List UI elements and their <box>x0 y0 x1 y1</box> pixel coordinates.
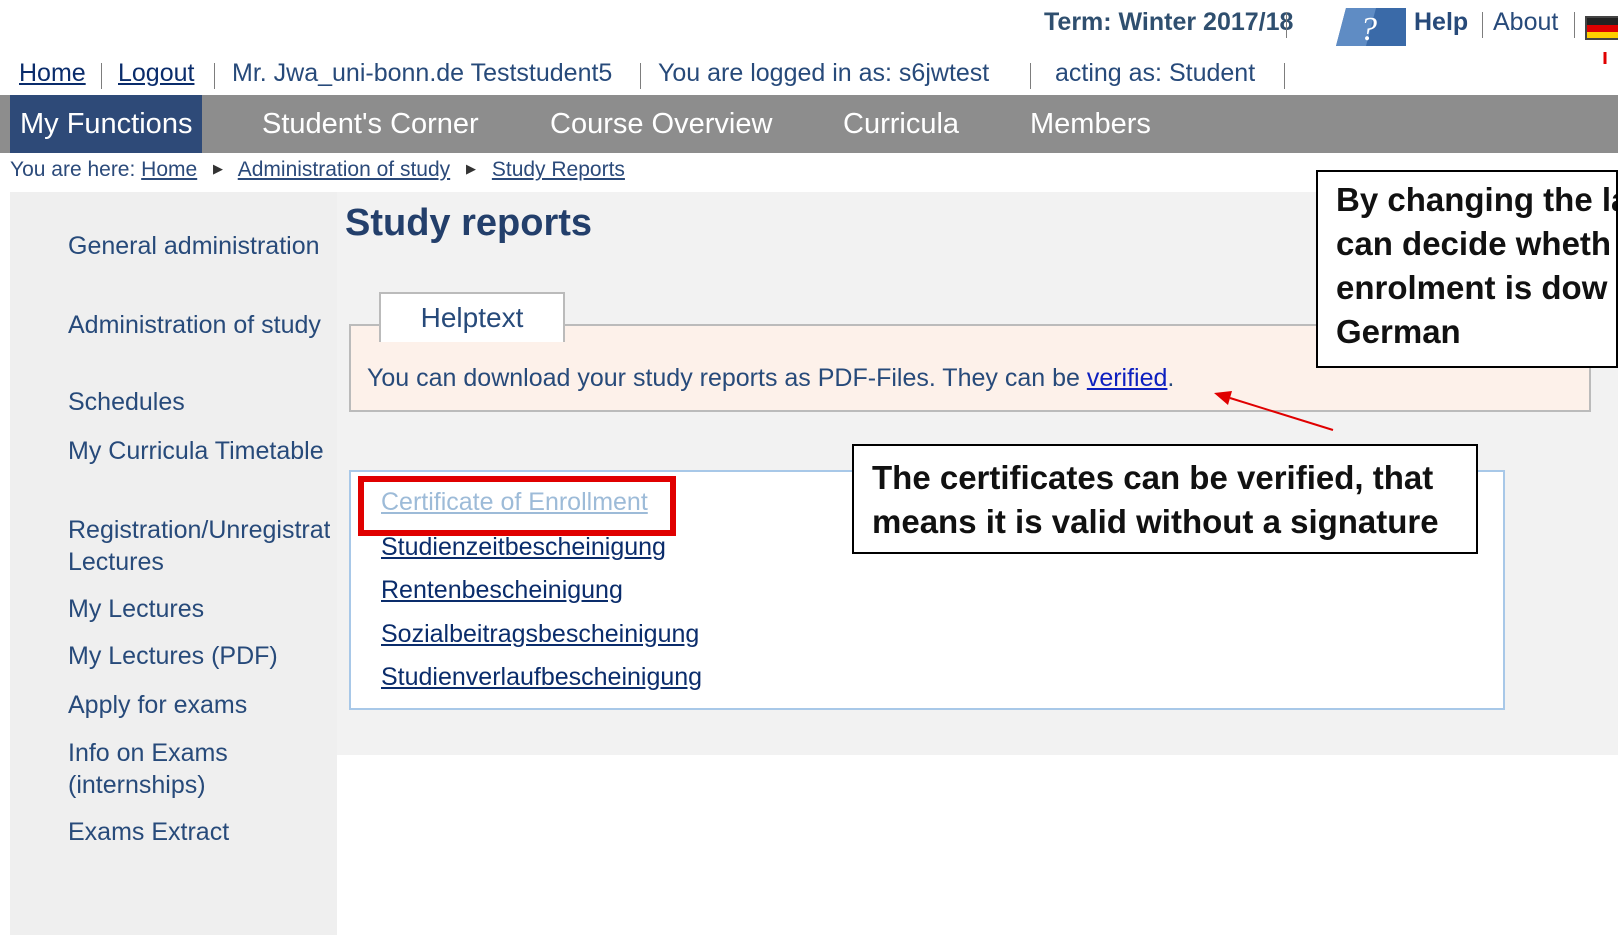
about-link[interactable]: About <box>1493 8 1558 37</box>
home-link[interactable]: Home <box>19 59 86 88</box>
tab-course-overview[interactable]: Course Overview <box>550 95 772 153</box>
sidebar-item-info-on-exams[interactable]: Info on Exams (internships) <box>68 737 330 801</box>
separator <box>1030 63 1031 89</box>
breadcrumb: You are here: Home ▶ Administration of s… <box>10 158 625 182</box>
tab-my-functions[interactable]: My Functions <box>10 95 203 153</box>
svg-text:?: ? <box>1360 11 1377 46</box>
page-title: Study reports <box>345 202 593 244</box>
verified-link[interactable]: verified <box>1087 364 1168 392</box>
callout-verified-certificates: The certificates can be verified, that m… <box>852 444 1478 554</box>
studienzeitbescheinigung-link[interactable]: Studienzeitbescheinigung <box>381 533 666 562</box>
separator <box>101 63 102 89</box>
sozialbeitragsbescheinigung-link[interactable]: Sozialbeitragsbescheinigung <box>381 620 699 649</box>
sidebar-item-my-lectures[interactable]: My Lectures <box>68 593 330 625</box>
separator <box>1574 12 1575 38</box>
sidebar-item-my-lectures-pdf[interactable]: My Lectures (PDF) <box>68 640 330 672</box>
sidebar: General administration Administration of… <box>10 192 337 935</box>
chevron-right-icon: ▶ <box>466 161 477 176</box>
helptext-tab[interactable]: Helptext <box>379 292 565 342</box>
breadcrumb-home[interactable]: Home <box>141 158 197 181</box>
logout-link[interactable]: Logout <box>118 59 194 88</box>
sidebar-item-exams-extract[interactable]: Exams Extract <box>68 816 330 848</box>
sidebar-item-registration[interactable]: Registration/Unregistration of Lectures <box>68 514 330 578</box>
german-flag-icon[interactable] <box>1585 16 1618 40</box>
sidebar-item-general-administration[interactable]: General administration <box>68 230 330 294</box>
term-label: Term: Winter 2017/18 <box>1044 8 1294 36</box>
sidebar-item-my-curricula-timetable[interactable]: My Curricula Timetable <box>68 435 330 499</box>
separator <box>640 63 641 89</box>
tab-members[interactable]: Members <box>1030 95 1151 153</box>
callout-language: By changing the la can decide wheth enro… <box>1316 170 1618 368</box>
breadcrumb-administration-of-study[interactable]: Administration of study <box>238 158 450 181</box>
sidebar-item-apply-for-exams[interactable]: Apply for exams <box>68 689 330 721</box>
user-name: Mr. Jwa_uni-bonn.de Teststudent5 <box>232 59 613 87</box>
main-nav: My Functions Student's Corner Course Ove… <box>0 95 1618 153</box>
logged-in-status: You are logged in as: s6jwtest <box>658 59 990 87</box>
acting-as-status: acting as: Student <box>1055 59 1256 87</box>
separator <box>214 63 215 89</box>
studienverlaufbescheinigung-link[interactable]: Studienverlaufbescheinigung <box>381 663 702 692</box>
helptext-content: You can download your study reports as P… <box>367 364 1175 392</box>
breadcrumb-study-reports[interactable]: Study Reports <box>492 158 625 181</box>
breadcrumb-prefix: You are here: <box>10 158 136 181</box>
help-link[interactable]: Help <box>1414 8 1468 37</box>
separator <box>1286 12 1287 38</box>
term-bar: Term: Winter 2017/18 ? Help About <box>0 0 1618 50</box>
rentenbescheinigung-link[interactable]: Rentenbescheinigung <box>381 576 623 605</box>
tab-students-corner[interactable]: Student's Corner <box>262 95 479 153</box>
chevron-right-icon: ▶ <box>213 161 224 176</box>
separator <box>1482 12 1483 38</box>
separator <box>1284 63 1285 89</box>
tab-curricula[interactable]: Curricula <box>843 95 959 153</box>
question-mark-icon[interactable]: ? <box>1336 8 1406 48</box>
certificate-of-enrollment-link[interactable]: Certificate of Enrollment <box>381 488 648 517</box>
sidebar-item-schedules[interactable]: Schedules <box>68 386 330 418</box>
user-info-bar: Home Logout Mr. Jwa_uni-bonn.de Teststud… <box>0 55 1618 93</box>
sidebar-item-administration-of-study[interactable]: Administration of study <box>68 309 330 373</box>
